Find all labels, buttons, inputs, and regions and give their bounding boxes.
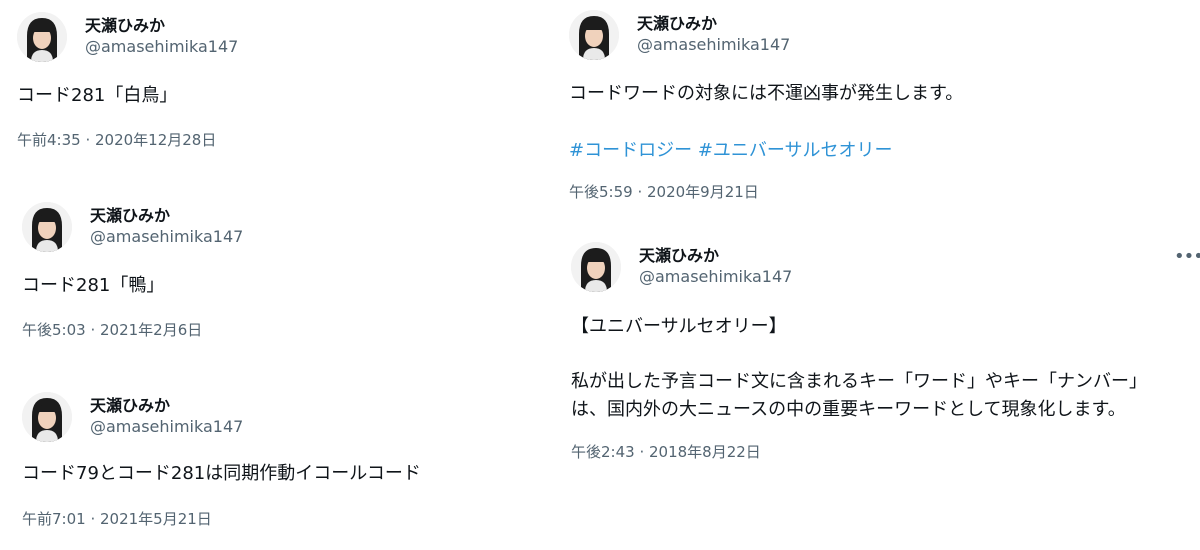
tweet-timestamp[interactable]: 午後5:59 · 2020年9月21日 <box>569 181 759 202</box>
hashtag-line: #コードロジー #ユニバーサルセオリー <box>569 136 893 162</box>
tweet-card[interactable]: 天瀬ひみか @amasehimika147 コード281「鴨」 午後5:03 ·… <box>22 202 542 352</box>
avatar[interactable] <box>571 242 621 292</box>
tweet-timestamp[interactable]: 午後5:03 · 2021年2月6日 <box>22 319 202 340</box>
tweet-card[interactable]: 天瀬ひみか @amasehimika147 コードワードの対象には不運凶事が発生… <box>569 10 1169 210</box>
tweet-text: コードワードの対象には不運凶事が発生します。 <box>569 83 964 104</box>
avatar[interactable] <box>22 202 72 252</box>
tweet-text: コード281「白鳥」 <box>17 85 178 106</box>
user-handle[interactable]: @amasehimika147 <box>85 37 238 56</box>
display-name[interactable]: 天瀬ひみか <box>90 202 170 226</box>
user-handle[interactable]: @amasehimika147 <box>639 267 792 286</box>
avatar[interactable] <box>569 10 619 60</box>
display-name[interactable]: 天瀬ひみか <box>90 392 170 416</box>
tweet-text: コード79とコード281は同期作動イコールコード <box>22 463 421 484</box>
user-handle[interactable]: @amasehimika147 <box>90 227 243 246</box>
tweet-text: コード281「鴨」 <box>22 275 165 296</box>
tweet-timestamp[interactable]: 午前7:01 · 2021年5月21日 <box>22 508 212 529</box>
display-name[interactable]: 天瀬ひみか <box>637 10 717 34</box>
hashtag-link[interactable]: #コードロジー <box>569 140 692 161</box>
avatar[interactable] <box>17 12 67 62</box>
tweet-card[interactable]: 天瀬ひみか @amasehimika147 ••• 【ユニバーサルセオリー】 私… <box>571 242 1200 472</box>
tweet-text-heading: 【ユニバーサルセオリー】 <box>571 316 787 337</box>
avatar[interactable] <box>22 392 72 442</box>
tweet-timestamp[interactable]: 午後2:43 · 2018年8月22日 <box>571 441 761 462</box>
tweet-card[interactable]: 天瀬ひみか @amasehimika147 コード79とコード281は同期作動イ… <box>22 392 542 542</box>
display-name[interactable]: 天瀬ひみか <box>85 12 165 36</box>
user-handle[interactable]: @amasehimika147 <box>90 417 243 436</box>
user-handle[interactable]: @amasehimika147 <box>637 35 790 54</box>
hashtag-link[interactable]: #ユニバーサルセオリー <box>698 140 893 161</box>
tweet-timestamp[interactable]: 午前4:35 · 2020年12月28日 <box>17 129 216 150</box>
tweet-card[interactable]: 天瀬ひみか @amasehimika147 コード281「白鳥」 午前4:35 … <box>17 12 537 162</box>
more-horizontal-icon[interactable]: ••• <box>1174 248 1200 266</box>
tweet-text-line: 私が出した予言コード文に含まれるキー「ワード」やキー「ナンバー」 <box>571 371 1147 392</box>
display-name[interactable]: 天瀬ひみか <box>639 242 719 266</box>
tweet-text-line: は、国内外の大ニュースの中の重要キーワードとして現象化します。 <box>571 399 1126 420</box>
